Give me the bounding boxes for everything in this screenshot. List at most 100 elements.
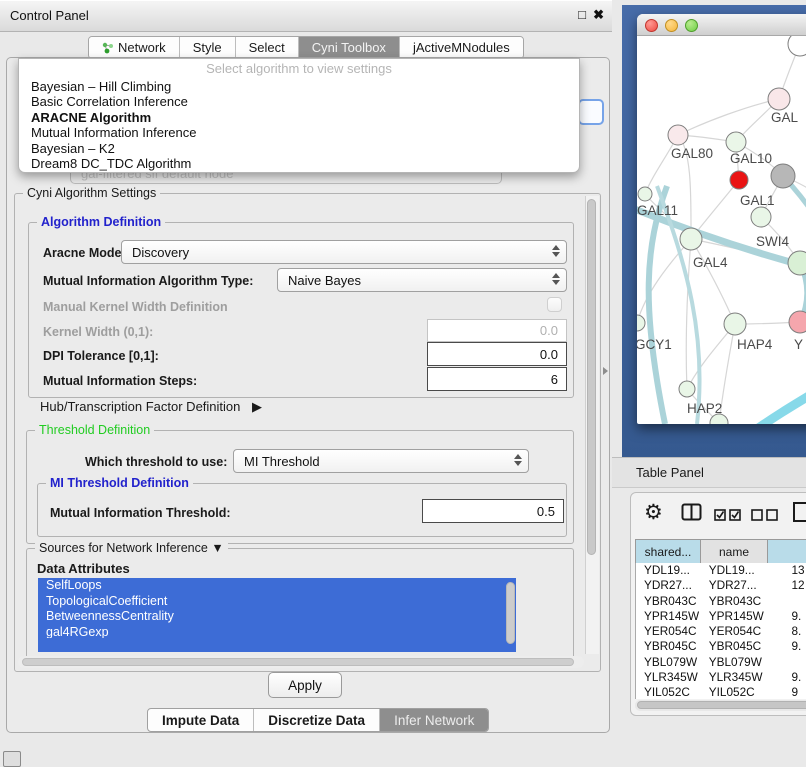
algorithm-option[interactable]: Mutual Information Inference (19, 125, 579, 140)
table-row[interactable]: YLR345WYLR345W9. (636, 670, 806, 685)
table-row[interactable]: YDL19...YDL19...13 (636, 563, 806, 578)
unchecked-checkboxes-icon[interactable] (751, 508, 779, 526)
column-header-a[interactable]: A (768, 540, 806, 564)
table-cell (767, 655, 806, 670)
network-node-y[interactable] (789, 311, 806, 333)
bottom-tab-impute-data[interactable]: Impute Data (148, 709, 254, 731)
node-label: GAL80 (671, 146, 713, 161)
table-cell: YDR27... (636, 578, 701, 593)
bottom-tab-infer-network[interactable]: Infer Network (380, 709, 488, 731)
mi-steps-field[interactable]: 6 (427, 367, 567, 391)
tab-network[interactable]: Network (89, 37, 180, 58)
table-cell (767, 594, 806, 609)
tab-jactivemnodules[interactable]: jActiveMNodules (400, 37, 523, 58)
network-node-gal10[interactable] (726, 132, 746, 152)
algorithm-option[interactable]: Basic Correlation Inference (19, 94, 579, 109)
mi-threshold-field[interactable]: 0.5 (422, 499, 564, 523)
table-cell: YER054C (636, 624, 701, 639)
mac-zoom-icon[interactable] (685, 19, 698, 32)
dpi-tolerance-value: 0.0 (540, 347, 558, 362)
kernel-width-field[interactable]: 0.0 (427, 319, 567, 342)
network-node-gal11[interactable] (638, 187, 652, 201)
settings-vertical-scrollbar-thumb[interactable] (587, 199, 596, 555)
table-row[interactable]: YBL079WYBL079W (636, 655, 806, 670)
apply-button[interactable]: Apply (268, 672, 342, 698)
tab-label: Network (118, 40, 166, 55)
node-label: GCY1 (637, 337, 672, 352)
table-row[interactable]: YIL052CYIL052C9 (636, 685, 806, 699)
tab-label: Cyni Toolbox (312, 40, 386, 55)
network-node-gal80[interactable] (668, 125, 688, 145)
table-cell: 9. (767, 670, 806, 685)
algorithm-option[interactable]: Bayesian – K2 (19, 141, 579, 156)
bottom-tab-bar: Impute DataDiscretize DataInfer Network (147, 708, 489, 732)
mi-type-combo[interactable]: Naive Bayes (277, 268, 567, 292)
float-window-icon[interactable]: □ (578, 7, 586, 22)
mac-minimize-icon[interactable] (665, 19, 678, 32)
algorithm-option[interactable]: Bayesian – Hill Climbing (19, 79, 579, 94)
table-cell: YIL052C (636, 685, 701, 699)
close-panel-icon[interactable]: ✖ (593, 7, 604, 23)
mi-threshold-value: 0.5 (537, 504, 555, 519)
algorithm-option[interactable]: ARACNE Algorithm (19, 110, 579, 125)
table-row[interactable]: YBR043CYBR043C (636, 594, 806, 609)
dpi-tolerance-field[interactable]: 0.0 (427, 342, 567, 366)
hub-definition-toggle[interactable]: Hub/Transcription Factor Definition ▶ (40, 399, 262, 415)
network-window-titlebar[interactable] (637, 14, 806, 36)
table-cell: 12 (767, 578, 806, 593)
minimized-panel-icon[interactable] (3, 751, 21, 767)
node-label: SWI4 (756, 234, 789, 249)
manual-kernel-checkbox[interactable] (547, 297, 562, 312)
table-row[interactable]: YDR27...YDR27...12 (636, 578, 806, 593)
checked-checkboxes-icon[interactable] (714, 508, 742, 526)
mi-threshold-legend: MI Threshold Definition (46, 476, 193, 490)
algorithm-definition-group: Algorithm Definition Aracne Mode: Discov… (28, 222, 574, 398)
tab-style[interactable]: Style (180, 37, 236, 58)
splitter-handle[interactable] (603, 367, 608, 375)
sources-legend: Sources for Network Inference ▼ (35, 541, 228, 555)
attribute-item[interactable]: SelfLoops (38, 578, 516, 594)
tab-select[interactable]: Select (236, 37, 299, 58)
network-node-gcy1[interactable] (637, 315, 645, 331)
column-header-name[interactable]: name (701, 540, 768, 564)
attribute-item[interactable]: TopologicalCoefficient (38, 594, 516, 610)
bottom-tab-discretize-data[interactable]: Discretize Data (254, 709, 380, 731)
aracne-mode-combo[interactable]: Discovery (121, 240, 567, 264)
network-node[interactable] (771, 164, 795, 188)
table-row[interactable]: YER054CYER054C8. (636, 624, 806, 639)
settings-horizontal-scrollbar-thumb[interactable] (22, 658, 574, 666)
algorithm-option[interactable]: Dream8 DC_TDC Algorithm (19, 156, 579, 171)
inference-combo-fragment[interactable] (578, 99, 604, 125)
attribute-item[interactable]: gal4RGexp (38, 625, 516, 639)
column-header-shared-[interactable]: shared... (636, 540, 701, 564)
which-threshold-label: Which threshold to use: (85, 455, 227, 469)
network-node-gal1[interactable] (730, 171, 748, 189)
network-node-hap2[interactable] (679, 381, 695, 397)
table-row[interactable]: YBR045CYBR045C9. (636, 639, 806, 654)
mac-close-icon[interactable] (645, 19, 658, 32)
table-cell: YDL19... (636, 563, 701, 578)
data-attributes-list[interactable]: SelfLoopsTopologicalCoefficientBetweenne… (38, 578, 516, 638)
network-view-window[interactable]: GALGAL80GAL10GAL1SWI4GAL11GAL4GCY1HAP4YH… (637, 14, 806, 424)
network-node-gal[interactable] (768, 88, 790, 110)
table-horizontal-scrollbar-thumb[interactable] (637, 701, 806, 709)
table-row[interactable]: YPR145WYPR145W9. (636, 609, 806, 624)
network-node[interactable] (788, 251, 806, 275)
attribute-item[interactable]: BetweennessCentrality (38, 609, 516, 625)
network-canvas[interactable]: GALGAL80GAL10GAL1SWI4GAL11GAL4GCY1HAP4YH… (637, 36, 806, 424)
table-cell: 13 (767, 563, 806, 578)
network-node[interactable] (788, 36, 806, 56)
collapse-arrow-icon[interactable]: ▼ (211, 541, 223, 555)
tab-cyni-toolbox[interactable]: Cyni Toolbox (299, 37, 400, 58)
expand-arrow-icon[interactable]: ▶ (252, 399, 262, 414)
network-node-hap4[interactable] (724, 313, 746, 335)
import-table-icon[interactable] (792, 501, 806, 528)
network-node-gal4[interactable] (680, 228, 702, 250)
attributes-scrollbar-thumb[interactable] (506, 582, 515, 644)
control-panel-titlebar: Control Panel □ ✖ (0, 0, 612, 32)
which-threshold-combo[interactable]: MI Threshold (233, 449, 529, 473)
algorithm-list: Bayesian – Hill ClimbingBasic Correlatio… (19, 79, 579, 171)
gear-icon[interactable]: ⚙ (644, 502, 663, 523)
network-node-swi4[interactable] (751, 207, 771, 227)
split-columns-icon[interactable] (681, 503, 702, 526)
